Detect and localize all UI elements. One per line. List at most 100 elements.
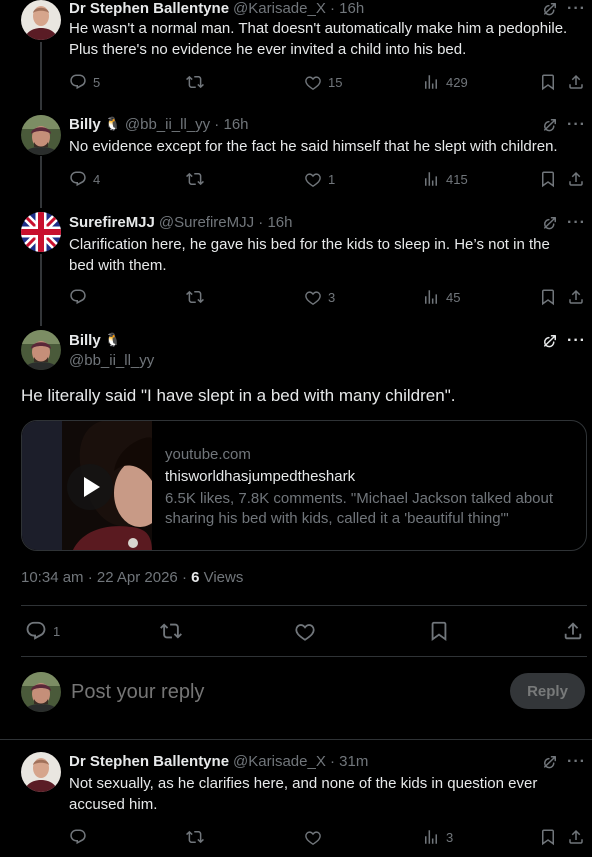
bookmark-button[interactable] [539, 169, 557, 189]
bookmark-icon [539, 73, 557, 91]
share-icon [562, 620, 584, 642]
repost-icon [186, 288, 204, 306]
author-handle[interactable]: @bb_ii_ll_yy · 16h [125, 116, 249, 133]
grok-icon[interactable] [541, 214, 559, 232]
avatar[interactable] [21, 0, 61, 40]
reply-count: 4 [93, 171, 101, 187]
main-post-text: He literally said "I have slept in a bed… [21, 386, 456, 405]
views-icon [422, 828, 440, 846]
divider [0, 739, 592, 740]
views-icon [422, 73, 440, 91]
like-icon [304, 170, 322, 188]
like-button[interactable] [294, 620, 316, 642]
bookmark-icon [539, 170, 557, 188]
author-handle[interactable]: @SurefireMJJ · 16h [159, 214, 293, 231]
avatar[interactable] [21, 212, 61, 252]
reply-icon [69, 170, 87, 188]
grok-icon[interactable] [541, 753, 559, 771]
reply-icon [69, 73, 87, 91]
avatar[interactable] [21, 115, 61, 155]
like-icon [304, 828, 322, 846]
repost-button[interactable] [186, 287, 204, 307]
post-header: Dr Stephen Ballentyne @Karisade_X · 31m [69, 751, 368, 771]
views-button[interactable]: 45 [422, 287, 460, 307]
repost-button[interactable] [186, 827, 204, 847]
author-handle[interactable]: @bb_ii_ll_yy [69, 352, 154, 369]
reply-button[interactable] [69, 287, 87, 307]
timestamp-link[interactable]: 10:34 am · 22 Apr 2026 · [21, 569, 191, 586]
share-icon [567, 288, 585, 306]
bookmark-button[interactable] [539, 827, 557, 847]
reply-submit-button[interactable]: Reply [510, 673, 585, 709]
repost-button[interactable] [160, 620, 182, 642]
like-count: 3 [328, 289, 336, 305]
views-button[interactable]: 3 [422, 827, 453, 847]
grok-icon[interactable] [541, 116, 559, 134]
reply-button[interactable]: 5 [69, 72, 100, 92]
author-name[interactable]: Dr Stephen Ballentyne [69, 0, 229, 17]
reply-button[interactable] [69, 827, 87, 847]
author-name[interactable]: Dr Stephen Ballentyne [69, 753, 229, 770]
thread-line [40, 42, 42, 110]
share-button[interactable] [567, 169, 585, 189]
grok-icon[interactable] [541, 332, 559, 350]
share-icon [567, 828, 585, 846]
views-button[interactable]: 415 [422, 169, 468, 189]
avatar[interactable] [21, 752, 61, 792]
views-button[interactable]: 429 [422, 72, 468, 92]
reply-button[interactable]: 4 [69, 169, 100, 189]
more-icon[interactable]: ··· [567, 754, 585, 774]
bookmark-button[interactable] [539, 287, 557, 307]
reply-count: 1 [53, 623, 61, 639]
like-button[interactable] [304, 827, 322, 847]
divider [21, 605, 587, 606]
more-icon[interactable]: ··· [567, 117, 585, 137]
reply-icon [69, 288, 87, 306]
link-card-info: youtube.com thisworldhasjumpedtheshark 6… [165, 445, 575, 529]
link-card[interactable]: youtube.com thisworldhasjumpedtheshark 6… [21, 420, 587, 551]
grok-icon[interactable] [541, 0, 559, 18]
like-icon [294, 620, 316, 642]
author-handle[interactable]: @Karisade_X · 16h [233, 0, 364, 17]
author-name[interactable]: Billy [69, 116, 101, 133]
like-icon [304, 288, 322, 306]
more-icon[interactable]: ··· [567, 333, 585, 353]
thread-line [40, 254, 42, 326]
share-button[interactable] [562, 620, 584, 642]
like-button[interactable]: 1 [304, 169, 335, 189]
author-handle[interactable]: @Karisade_X · 31m [233, 753, 368, 770]
share-icon [567, 73, 585, 91]
author-name[interactable]: Billy [69, 332, 101, 349]
share-button[interactable] [567, 72, 585, 92]
like-count: 15 [328, 74, 343, 90]
post-header: Billy 🐧 [69, 330, 121, 350]
card-description: 6.5K likes, 7.8K comments. "Michael Jack… [165, 490, 554, 527]
views-icon [422, 170, 440, 188]
card-domain: youtube.com [165, 446, 251, 463]
video-thumbnail[interactable] [22, 421, 152, 550]
post-timestamp: 10:34 am · 22 Apr 2026 · 6 Views [21, 569, 243, 586]
share-button[interactable] [567, 827, 585, 847]
thread-line [40, 156, 42, 208]
more-icon[interactable]: ··· [567, 215, 585, 235]
like-button[interactable]: 15 [304, 72, 342, 92]
bookmark-button[interactable] [539, 72, 557, 92]
avatar[interactable] [21, 330, 61, 370]
repost-button[interactable] [186, 169, 204, 189]
post-text: Not sexually, as he clarifies here, and … [69, 775, 538, 813]
view-count: 429 [446, 74, 468, 90]
views-label: Views [199, 569, 244, 586]
author-name[interactable]: SurefireMJJ [69, 214, 155, 231]
bookmark-icon [539, 288, 557, 306]
reply-input[interactable] [71, 678, 491, 706]
like-count: 1 [328, 171, 336, 187]
composer-avatar[interactable] [21, 672, 61, 712]
reply-icon [69, 828, 87, 846]
like-button[interactable]: 3 [304, 287, 335, 307]
reply-button[interactable]: 1 [25, 620, 60, 642]
play-button[interactable] [67, 464, 113, 510]
repost-button[interactable] [186, 72, 204, 92]
share-button[interactable] [567, 287, 585, 307]
penguin-emoji: 🐧 [104, 332, 121, 347]
bookmark-button[interactable] [428, 620, 450, 642]
